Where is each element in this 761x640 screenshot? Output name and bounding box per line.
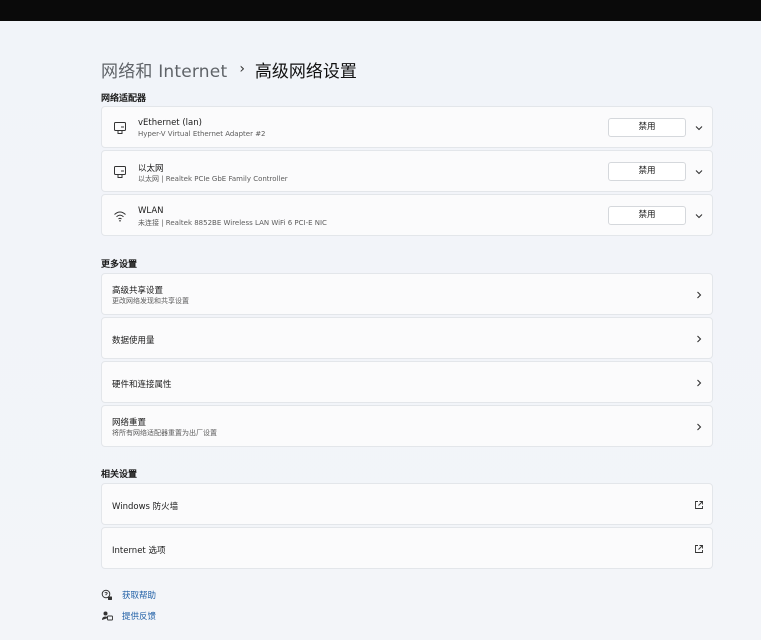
chevron-down-icon[interactable] — [694, 123, 704, 133]
breadcrumb-parent-link[interactable]: 网络和 Internet — [101, 57, 227, 82]
section-title-more: 更多设置 — [101, 260, 138, 270]
get-help-link[interactable]: 获取帮助 — [101, 588, 156, 602]
ethernet-icon — [114, 122, 126, 134]
setting-title: 网络重置 — [112, 418, 147, 428]
breadcrumb: 网络和 Internet › 高级网络设置 — [101, 55, 357, 83]
setting-title: 数据使用量 — [112, 336, 155, 346]
setting-windows-firewall[interactable]: Windows 防火墙 — [101, 483, 713, 525]
adapter-description: 未连接 | Realtek 8852BE Wireless LAN WiFi 6… — [138, 219, 327, 227]
wifi-icon — [114, 211, 126, 222]
setting-hardware-properties[interactable]: 硬件和连接属性 — [101, 361, 713, 403]
setting-title: 硬件和连接属性 — [112, 380, 172, 390]
adapter-name: vEthernet (lan) — [138, 118, 202, 128]
adapter-description: Hyper-V Virtual Ethernet Adapter #2 — [138, 130, 266, 138]
setting-subtitle: 将所有网络适配器重置为出厂设置 — [112, 429, 217, 437]
chevron-right-icon — [697, 379, 702, 387]
setting-subtitle: 更改网络发现和共享设置 — [112, 297, 189, 305]
adapter-card-vethernet[interactable]: vEthernet (lan) Hyper-V Virtual Ethernet… — [101, 106, 713, 148]
setting-title: 高级共享设置 — [112, 286, 164, 296]
open-external-icon — [695, 501, 703, 509]
disable-button[interactable]: 禁用 — [608, 118, 686, 137]
breadcrumb-separator: › — [239, 61, 245, 77]
open-external-icon — [695, 545, 703, 553]
section-title-adapters: 网络适配器 — [101, 94, 147, 104]
chevron-right-icon — [697, 335, 702, 343]
adapter-name: WLAN — [138, 206, 164, 216]
setting-network-reset[interactable]: 网络重置 将所有网络适配器重置为出厂设置 — [101, 405, 713, 447]
give-feedback-link[interactable]: 提供反馈 — [101, 609, 156, 623]
page-title: 高级网络设置 — [254, 61, 357, 82]
section-title-related: 相关设置 — [101, 470, 138, 480]
setting-title: Internet 选项 — [112, 546, 166, 556]
chevron-down-icon[interactable] — [694, 167, 704, 177]
window-top-bar — [0, 0, 761, 21]
adapter-description: 以太网 | Realtek PCIe GbE Family Controller — [138, 175, 288, 183]
get-help-label: 获取帮助 — [122, 591, 157, 601]
chevron-down-icon[interactable] — [694, 211, 704, 221]
disable-button[interactable]: 禁用 — [608, 162, 686, 181]
adapter-card-wlan[interactable]: WLAN 未连接 | Realtek 8852BE Wireless LAN W… — [101, 194, 713, 236]
setting-internet-options[interactable]: Internet 选项 — [101, 527, 713, 569]
give-feedback-label: 提供反馈 — [122, 612, 157, 622]
feedback-icon — [102, 611, 113, 621]
setting-advanced-sharing[interactable]: 高级共享设置 更改网络发现和共享设置 — [101, 273, 713, 315]
adapter-name: 以太网 — [138, 164, 164, 174]
ethernet-icon — [114, 166, 126, 178]
setting-title: Windows 防火墙 — [112, 502, 179, 512]
chevron-right-icon — [697, 291, 702, 299]
help-icon — [101, 589, 112, 600]
setting-data-usage[interactable]: 数据使用量 — [101, 317, 713, 359]
adapter-card-ethernet[interactable]: 以太网 以太网 | Realtek PCIe GbE Family Contro… — [101, 150, 713, 192]
settings-page: 网络和 Internet › 高级网络设置 网络适配器 vEthernet (l… — [0, 21, 761, 640]
chevron-right-icon — [697, 423, 702, 431]
disable-button[interactable]: 禁用 — [608, 206, 686, 225]
